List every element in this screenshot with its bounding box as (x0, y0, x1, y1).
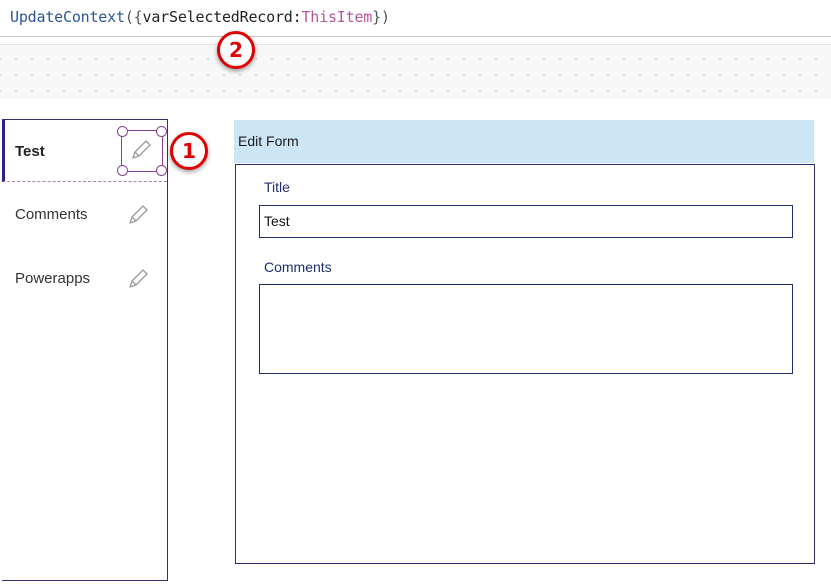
resize-handle[interactable] (117, 126, 128, 137)
callout-2: 2 (217, 31, 255, 69)
resize-handle[interactable] (117, 165, 128, 176)
comments-field-label: Comments (264, 259, 332, 275)
pencil-icon[interactable] (126, 203, 150, 227)
gallery-item-powerapps[interactable]: Powerapps (2, 247, 167, 309)
comments-input[interactable] (259, 284, 793, 374)
formula-function: UpdateContext (10, 8, 125, 26)
edit-form-title: Edit Form (238, 133, 299, 149)
edit-form-header: Edit Form (234, 120, 814, 163)
formula-bar[interactable]: UpdateContext({varSelectedRecord:ThisIte… (0, 0, 831, 37)
gallery-item-comments[interactable]: Comments (2, 183, 167, 245)
title-input[interactable]: Test (259, 205, 793, 238)
gallery-item-label: Comments (15, 206, 88, 223)
callout-1: 1 (170, 132, 208, 170)
formula-open-paren: ( (124, 8, 134, 26)
pencil-icon[interactable] (126, 267, 150, 291)
resize-handle[interactable] (156, 165, 167, 176)
formula-value: ThisItem (301, 8, 373, 26)
gallery-item-label: Test (15, 143, 45, 160)
gallery-item-label: Powerapps (15, 270, 91, 287)
formula-open-brace: { (133, 8, 143, 26)
gallery[interactable]: Test Comments Powerapps (2, 119, 168, 581)
formula-text[interactable]: UpdateContext({varSelectedRecord:ThisIte… (10, 8, 390, 26)
gallery-item-test[interactable]: Test (2, 120, 167, 182)
formula-close-brace: } (372, 8, 381, 26)
formula-variable: varSelectedRecord (142, 8, 293, 26)
formula-close-paren: ) (380, 8, 390, 26)
resize-handle[interactable] (156, 126, 167, 137)
title-field-label: Title (264, 179, 290, 195)
pencil-icon[interactable] (129, 138, 153, 162)
canvas-grid-strip (0, 44, 831, 99)
